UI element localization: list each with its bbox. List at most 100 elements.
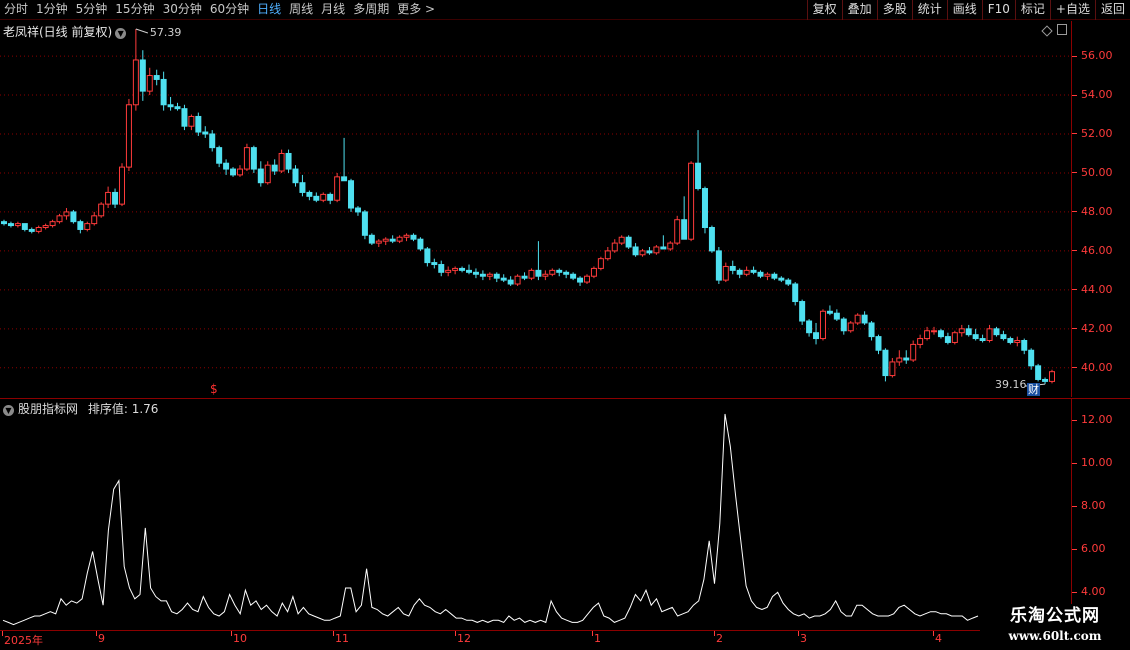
price-tick: 44.00 [1072, 283, 1130, 296]
candle [21, 223, 28, 232]
candle [202, 126, 209, 138]
tab-multi-period[interactable]: 多周期 [349, 0, 393, 20]
candle [28, 227, 35, 234]
candle [313, 192, 320, 203]
candle [153, 69, 160, 86]
candle [341, 137, 348, 182]
tab-30min[interactable]: 30分钟 [159, 0, 206, 20]
price-tick: 54.00 [1072, 88, 1130, 101]
price-chart-pane[interactable]: 老凤祥(日线 前复权) ▼ 57.39 39.16 财 $ [0, 21, 1071, 397]
chevron-down-icon[interactable]: ▼ [115, 28, 127, 39]
indicator-tick-label: 8.00 [1081, 499, 1106, 513]
price-tick-label: 56.00 [1081, 49, 1113, 63]
candle [299, 174, 306, 197]
maximize-icon[interactable] [1057, 24, 1067, 35]
candle [112, 188, 119, 209]
top-toolbar: 分时 1分钟 5分钟 15分钟 30分钟 60分钟 日线 周线 月线 多周期 更… [0, 0, 1130, 20]
tab-5min[interactable]: 5分钟 [72, 0, 112, 20]
stock-title[interactable]: 老凤祥(日线 前复权) ▼ [3, 23, 127, 40]
candle [646, 246, 653, 255]
tab-monthly[interactable]: 月线 [317, 0, 349, 20]
candle [98, 202, 105, 218]
candle [563, 270, 570, 279]
candle [618, 235, 625, 246]
candle [49, 219, 56, 228]
candle [257, 161, 264, 187]
financial-report-badge[interactable]: 财 [1027, 383, 1041, 396]
candle [264, 161, 271, 185]
candle [56, 213, 63, 224]
tab-1min[interactable]: 1分钟 [32, 0, 72, 20]
candle [500, 274, 507, 283]
fuquan-button[interactable]: 复权 [806, 0, 842, 20]
date-tick-label: 3 [800, 632, 807, 645]
chevron-down-icon[interactable]: ▼ [3, 405, 14, 416]
candle [1000, 330, 1007, 341]
candle [167, 96, 174, 111]
candle [389, 235, 396, 244]
tab-daily[interactable]: 日线 [253, 0, 285, 20]
candle [382, 237, 389, 246]
candle [799, 299, 806, 325]
candle [917, 334, 924, 349]
indicator-tick: 10.00 [1072, 456, 1130, 469]
candle [785, 278, 792, 286]
mark-button[interactable]: 标记 [1014, 0, 1050, 20]
candle [105, 186, 112, 209]
price-tick: 48.00 [1072, 205, 1130, 218]
period-tabs: 分时 1分钟 5分钟 15分钟 30分钟 60分钟 日线 周线 月线 多周期 更… [0, 0, 439, 20]
tab-fenshi[interactable]: 分时 [0, 0, 32, 20]
date-tick [714, 631, 715, 636]
date-tick [96, 631, 97, 636]
overlay-button[interactable]: 叠加 [841, 0, 877, 20]
candle [146, 67, 153, 96]
candle [348, 178, 355, 212]
candle [743, 266, 750, 277]
candle [396, 235, 403, 244]
indicator-line-chart [2, 413, 979, 626]
candle [840, 317, 847, 335]
multi-stock-button[interactable]: 多股 [876, 0, 912, 20]
candle [986, 324, 993, 343]
candle [771, 272, 778, 281]
tab-15min[interactable]: 15分钟 [111, 0, 158, 20]
indicator-value-label: 排序值: 1.76 [88, 402, 159, 416]
diamond-icon[interactable] [1041, 25, 1053, 37]
high-arrow [135, 28, 149, 34]
candle [42, 223, 49, 230]
date-tick [592, 631, 593, 636]
candle [632, 243, 639, 257]
candle [292, 165, 299, 187]
back-button[interactable]: 返回 [1094, 0, 1130, 20]
candle [7, 221, 14, 228]
watermark-title: 乐淘公式网 [1010, 606, 1100, 626]
candle [729, 260, 736, 275]
candle [806, 319, 813, 337]
pane-controls [1041, 24, 1067, 37]
candle [660, 235, 667, 250]
candle [70, 209, 77, 224]
tab-more[interactable]: 更多 > [393, 0, 439, 20]
indicator-title[interactable]: ▼ 股朋指标网 排序值: 1.76 [3, 400, 158, 417]
candle [410, 233, 417, 242]
indicator-tick: 6.00 [1072, 542, 1130, 555]
draw-line-button[interactable]: 画线 [946, 0, 982, 20]
add-watchlist-button[interactable]: +自选 [1049, 0, 1095, 20]
indicator-name: 股朋指标网 [18, 402, 79, 416]
tab-60min[interactable]: 60分钟 [206, 0, 253, 20]
candle [604, 246, 611, 261]
candle [368, 233, 375, 246]
candle [139, 50, 146, 101]
tab-weekly[interactable]: 周线 [285, 0, 317, 20]
candle [1007, 336, 1014, 345]
statistics-button[interactable]: 统计 [911, 0, 947, 20]
date-tick-label: 4 [935, 632, 942, 645]
candle [1035, 363, 1042, 382]
candle [1028, 348, 1035, 370]
indicator-pane[interactable]: ▼ 股朋指标网 排序值: 1.76 [0, 398, 1071, 630]
date-tick-label: 10 [233, 632, 247, 645]
f10-button[interactable]: F10 [981, 0, 1015, 20]
candle [944, 332, 951, 345]
dividend-marker[interactable]: $ [210, 382, 218, 396]
candle [701, 186, 708, 234]
